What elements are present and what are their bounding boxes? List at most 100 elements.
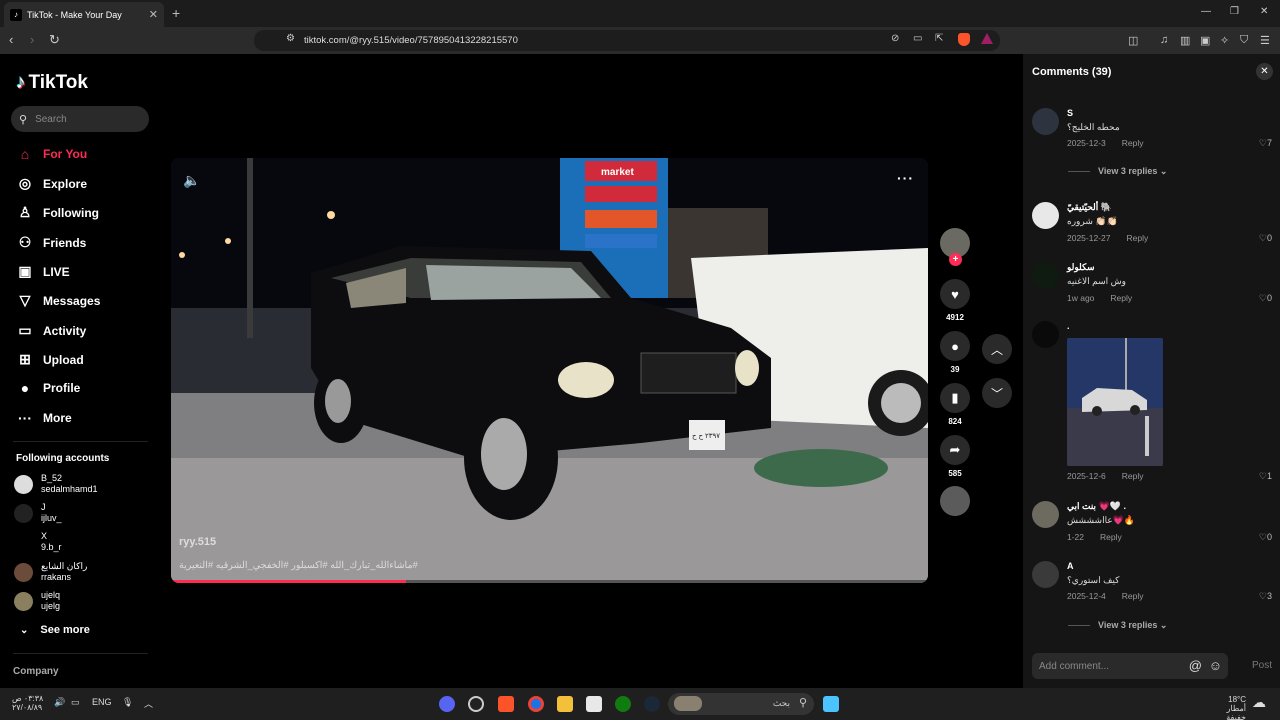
avatar[interactable] [1032,321,1059,348]
previous-video-button[interactable]: ︿ [982,334,1012,364]
following-account[interactable]: راكان الشايع rrakans [14,561,87,583]
back-button[interactable]: ‹ [9,32,13,47]
comment-like[interactable]: ♡0 [1259,293,1272,304]
bookmark-icon[interactable]: ▮ [940,383,970,413]
avatar[interactable] [1032,202,1059,229]
network-icon[interactable]: ▭ [71,697,80,708]
like-action[interactable]: ♥ 4912 [940,279,970,322]
save-action[interactable]: ▮ 824 [940,383,970,426]
menu-icon[interactable]: ☰ [1260,34,1270,47]
nav-upload[interactable]: ⊞ Upload [16,351,84,368]
weather-widget[interactable]: 18°C أمطار خفيفة [1206,695,1246,720]
reload-button[interactable]: ↻ [49,32,60,48]
avatar[interactable] [1032,561,1059,588]
company-link[interactable]: Company [13,666,59,677]
post-button[interactable]: Post [1252,660,1272,671]
comment-user[interactable]: ألحيّتيقيّ 🐘 [1067,202,1112,213]
sidebar-toggle-icon[interactable]: ▥ [1180,34,1190,47]
chrome-icon[interactable] [528,696,544,712]
reply-button[interactable]: Reply [1126,233,1148,243]
site-info-icon[interactable]: ⚙ [286,33,295,44]
follow-plus-button[interactable]: + [949,253,962,266]
sound-avatar[interactable] [940,486,970,516]
chevron-up-icon[interactable]: ︿ [144,697,153,710]
following-account[interactable]: Jijluv_ [14,502,62,524]
brave-browser-icon[interactable] [498,696,514,712]
volume-icon[interactable]: 🔈 [183,172,200,189]
heart-icon[interactable]: ♥ [940,279,970,309]
comment-like[interactable]: ♡0 [1259,233,1272,244]
nav-profile[interactable]: ● Profile [16,380,81,396]
store-icon[interactable] [586,696,602,712]
minimize-button[interactable]: — [1201,6,1211,17]
view-replies-button[interactable]: View 3 replies ⌄ [1068,166,1167,177]
share-action[interactable]: ➦ 585 [940,435,970,478]
comment-image[interactable] [1067,338,1163,466]
comment-user[interactable]: بنت ابي 💗🤍 . [1067,501,1126,512]
new-tab-button[interactable]: + [172,5,180,21]
comment-user[interactable]: S [1067,108,1073,118]
share-icon[interactable]: ⇱ [935,33,943,44]
comment-user[interactable]: سكلولو [1067,262,1095,273]
comment-user[interactable]: . [1067,321,1070,331]
reply-button[interactable]: Reply [1100,532,1122,542]
video-player[interactable]: market ٢٣٩٧ ح ح 🔈 ··· ryy.515 #ماشاءالله… [171,158,928,583]
leo-ai-icon[interactable]: ✧ [1220,34,1229,47]
avatar[interactable] [1032,501,1059,528]
wallet-icon[interactable]: ▣ [1200,34,1210,47]
following-account[interactable]: X 9.b_r [14,531,62,553]
nav-messages[interactable]: ▽ Messages [16,292,101,309]
close-comments-button[interactable]: ✕ [1256,63,1273,80]
window-close-button[interactable]: ✕ [1260,6,1268,17]
comment-action[interactable]: ● 39 [940,331,970,374]
windows-start-icon[interactable] [823,696,839,712]
browser-tab[interactable]: ♪ TikTok - Make Your Day ✕ [4,2,164,27]
media-icon[interactable]: ♫ [1160,34,1168,46]
steam-icon[interactable] [644,696,660,712]
comment-like[interactable]: ♡3 [1259,591,1272,602]
next-video-button[interactable]: ﹀ [982,378,1012,408]
nav-explore[interactable]: ◎ Explore [16,175,87,192]
nav-activity[interactable]: ▭ Activity [16,322,86,339]
forward-button[interactable]: › [30,32,34,47]
microphone-icon[interactable]: 🎙 [122,697,133,708]
avatar[interactable] [1032,262,1059,289]
file-explorer-icon[interactable] [557,696,573,712]
nav-for-you[interactable]: ⌂ For You [16,146,87,162]
add-comment-input[interactable]: Add comment... @ ☺ [1032,653,1228,679]
avatar[interactable] [1032,108,1059,135]
reply-button[interactable]: Reply [1122,138,1144,148]
address-bar[interactable]: tiktok.com/@ryy.515/video/75789504132282… [254,30,1000,51]
view-replies-button[interactable]: View 3 replies ⌄ [1068,620,1167,631]
xbox-icon[interactable] [615,696,631,712]
tiktok-logo[interactable]: ♪ TikTok [16,72,88,94]
maximize-button[interactable]: ❐ [1230,6,1239,17]
reader-off-icon[interactable]: ⊘ [891,33,899,44]
reply-button[interactable]: Reply [1122,471,1144,481]
nav-following[interactable]: ♙ Following [16,204,99,221]
video-author[interactable]: ryy.515 [179,536,216,548]
brave-shields-icon[interactable] [958,33,970,46]
video-progress-bar[interactable] [171,580,928,583]
discord-icon[interactable] [439,696,455,712]
vpn-icon[interactable]: ⛉ [1240,34,1248,47]
screenshot-icon[interactable]: ◫ [1128,34,1138,47]
search-input[interactable]: ⚲ Search [11,106,149,132]
taskbar-search-input[interactable]: بحث ⚲ [668,693,814,715]
reply-button[interactable]: Reply [1122,591,1144,601]
speaker-icon[interactable]: 🔊 [54,697,65,708]
following-account[interactable]: ujelq ujelg [14,590,60,612]
cast-icon[interactable]: ▭ [913,33,922,44]
comment-icon[interactable]: ● [940,331,970,361]
mention-icon[interactable]: @ [1189,658,1202,673]
see-more-button[interactable]: ⌄ See more [20,624,90,636]
comment-like[interactable]: ♡7 [1259,138,1272,149]
comment-user[interactable]: A [1067,561,1074,571]
comment-like[interactable]: ♡1 [1259,471,1272,482]
share-arrow-icon[interactable]: ➦ [940,435,970,465]
comment-like[interactable]: ♡0 [1259,532,1272,543]
close-tab-icon[interactable]: ✕ [149,8,158,21]
nav-live[interactable]: ▣ LIVE [16,263,69,280]
brave-rewards-icon[interactable] [981,33,993,44]
clock[interactable]: ٠٣:٣٨ ص ٢٧/٠٨/٨٩ [12,694,43,712]
